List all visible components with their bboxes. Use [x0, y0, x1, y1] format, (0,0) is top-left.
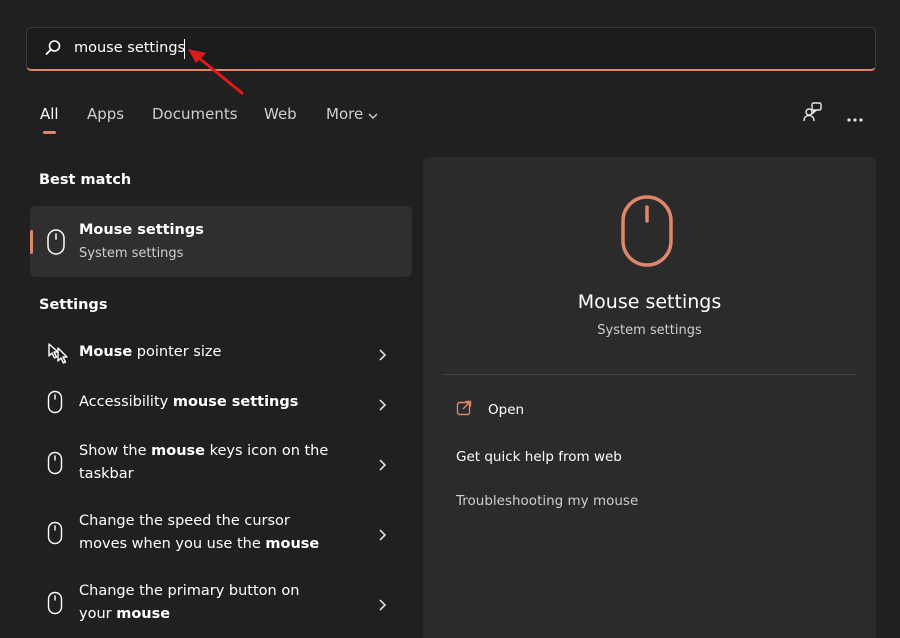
tab-documents[interactable]: Documents — [152, 105, 238, 123]
preview-subtitle: System settings — [423, 323, 876, 338]
annotation-arrow-icon — [180, 40, 250, 100]
mouse-icon — [47, 390, 63, 418]
more-options-icon[interactable] — [846, 108, 864, 127]
chevron-right-icon — [378, 346, 386, 365]
result-item-cursor-speed[interactable]: Change the speed the cursor moves when y… — [30, 508, 412, 560]
result-text: Change the speed the cursor moves when y… — [79, 510, 329, 556]
open-action[interactable]: Open — [488, 402, 524, 418]
preview-panel: Mouse settings System settings Open Get … — [423, 157, 876, 638]
result-text: Mouse pointer size — [79, 341, 359, 364]
tab-more-label: More — [326, 105, 363, 123]
chevron-right-icon — [378, 526, 386, 545]
chevron-right-icon — [378, 596, 386, 615]
best-match-heading: Best match — [39, 172, 131, 188]
highlighted-term: mouse — [116, 606, 170, 622]
result-item-pointer-size[interactable]: Mouse pointer size — [30, 333, 412, 373]
chevron-down-icon — [368, 106, 378, 124]
active-tab-indicator — [43, 131, 56, 134]
best-match-item[interactable]: Mouse settings System settings — [30, 206, 412, 277]
result-item-accessibility-mouse[interactable]: Accessibility mouse settings — [30, 382, 412, 422]
quick-help-heading: Get quick help from web — [456, 449, 622, 465]
result-text: Show the mouse keys icon on the taskbar — [79, 440, 359, 486]
tab-apps[interactable]: Apps — [87, 105, 124, 123]
mouse-icon — [619, 193, 675, 273]
highlighted-term: mouse — [265, 536, 319, 552]
search-box[interactable]: mouse settings — [26, 27, 876, 71]
open-external-icon[interactable] — [456, 400, 472, 420]
settings-heading: Settings — [39, 297, 107, 313]
search-icon — [44, 39, 62, 61]
highlighted-term: mouse settings — [173, 394, 299, 410]
result-text-part: Change the speed the cursor moves when y… — [79, 513, 290, 552]
chevron-right-icon — [378, 456, 386, 475]
mouse-icon — [47, 451, 63, 479]
result-item-primary-button[interactable]: Change the primary button on your mouse — [30, 578, 412, 630]
selection-accent — [30, 230, 33, 254]
tab-all[interactable]: All — [40, 105, 59, 123]
troubleshooting-link[interactable]: Troubleshooting my mouse — [456, 493, 638, 509]
mouse-icon — [47, 591, 63, 619]
mouse-icon — [47, 521, 63, 549]
result-text-part: Show the — [79, 443, 151, 459]
result-text: Change the primary button on your mouse — [79, 580, 319, 626]
result-item-mouse-keys[interactable]: Show the mouse keys icon on the taskbar — [30, 438, 412, 490]
tab-more[interactable]: More — [326, 105, 378, 124]
chevron-right-icon — [378, 396, 386, 415]
feedback-icon[interactable] — [802, 101, 824, 127]
result-text: Accessibility mouse settings — [79, 391, 359, 414]
result-text-part: Accessibility — [79, 394, 173, 410]
result-text-part: Change the primary button on your — [79, 583, 299, 622]
highlighted-term: mouse — [151, 443, 205, 459]
highlighted-term: Mouse — [79, 344, 132, 360]
mouse-icon — [46, 228, 66, 260]
best-match-title: Mouse settings — [79, 222, 204, 238]
result-text-part: pointer size — [132, 344, 221, 360]
search-input[interactable]: mouse settings — [74, 40, 185, 56]
preview-title: Mouse settings — [423, 291, 876, 313]
divider — [443, 374, 856, 375]
pointer-icon — [47, 342, 69, 368]
best-match-subtitle: System settings — [79, 246, 183, 261]
tab-web[interactable]: Web — [264, 105, 297, 123]
